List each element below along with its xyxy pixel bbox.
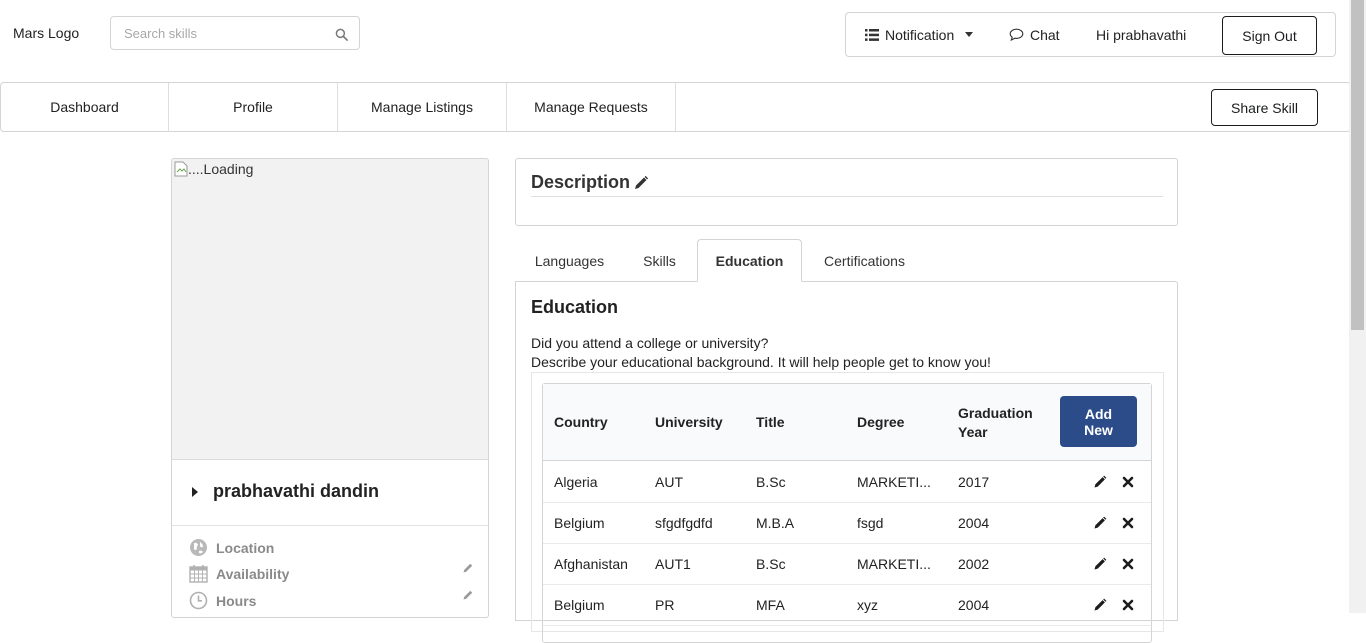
cell-university: sfgdfgdfd: [655, 515, 713, 531]
add-new-button[interactable]: Add New: [1060, 396, 1137, 447]
cell-degree: xyz: [857, 597, 878, 613]
cell-university: AUT: [655, 474, 683, 490]
cell-year: 2017: [958, 474, 990, 490]
column-header-graduation-year: Graduation Year: [958, 404, 1033, 442]
chat-link[interactable]: Chat: [1009, 13, 1060, 56]
nav-item-dashboard[interactable]: Dashboard: [1, 83, 169, 131]
share-skill-button[interactable]: Share Skill: [1211, 89, 1318, 126]
profile-name[interactable]: prabhavathi dandin: [192, 481, 379, 502]
cell-degree: fsgd: [857, 515, 884, 531]
notification-dropdown[interactable]: Notification: [865, 13, 974, 56]
clock-icon: [189, 591, 208, 610]
education-table: Country University Title Degree Graduati…: [542, 383, 1152, 643]
table-row: Algeria AUT B.Sc MARKETI... 2017: [543, 462, 1151, 503]
notification-label: Notification: [885, 26, 955, 43]
nav-item-profile[interactable]: Profile: [169, 83, 338, 131]
search-box: [110, 16, 360, 50]
nav-item-manage-requests[interactable]: Manage Requests: [507, 83, 676, 131]
sign-out-button[interactable]: Sign Out: [1222, 16, 1317, 55]
cell-university: PR: [655, 597, 675, 613]
search-icon[interactable]: [335, 28, 348, 41]
delete-icon[interactable]: [1121, 598, 1135, 612]
globe-icon: [190, 539, 207, 556]
cell-country: Algeria: [554, 474, 598, 490]
profile-image: ....Loading: [172, 159, 488, 460]
edit-icon[interactable]: [1093, 557, 1107, 571]
mars-logo[interactable]: Mars Logo: [13, 25, 79, 41]
graduation-label: Graduation: [958, 405, 1033, 421]
scrollbar-track[interactable]: [1349, 0, 1366, 613]
hours-label: Hours: [216, 592, 257, 609]
cell-year: 2004: [958, 597, 990, 613]
education-panel: Education Did you attend a college or un…: [515, 281, 1178, 643]
edit-hours-icon[interactable]: [462, 589, 474, 601]
edit-icon[interactable]: [1093, 516, 1107, 530]
chat-label: Chat: [1030, 26, 1060, 43]
cell-year: 2002: [958, 556, 990, 572]
chevron-down-icon: [965, 32, 974, 37]
tab-languages[interactable]: Languages: [525, 239, 614, 282]
description-panel: Description: [515, 158, 1178, 226]
education-intro-line1: Did you attend a college or university?: [531, 335, 769, 351]
table-row: Belgium PR MFA xyz 2004: [543, 585, 1151, 626]
chat-icon: [1009, 28, 1024, 41]
scrollbar-thumb[interactable]: [1351, 0, 1364, 330]
cell-country: Afghanistan: [554, 556, 628, 572]
edit-icon[interactable]: [1093, 475, 1107, 489]
year-label: Year: [958, 424, 988, 440]
tab-certifications[interactable]: Certifications: [811, 239, 918, 282]
hours-row: Hours: [189, 591, 256, 610]
column-header-country: Country: [554, 414, 608, 430]
cell-country: Belgium: [554, 597, 605, 613]
location-row: Location: [189, 538, 274, 557]
cell-degree: MARKETI...: [857, 474, 931, 490]
table-row: Afghanistan AUT1 B.Sc MARKETI... 2002: [543, 544, 1151, 585]
table-row: Belgium sfgdfgdfd M.B.A fsgd 2004: [543, 503, 1151, 544]
profile-card: ....Loading prabhavathi dandin Location …: [171, 158, 489, 618]
description-title: Description: [531, 172, 649, 193]
availability-label: Availability: [216, 565, 290, 582]
cell-title: M.B.A: [756, 515, 795, 531]
table-header: Country University Title Degree Graduati…: [543, 384, 1151, 461]
description-title-text: Description: [531, 172, 631, 192]
education-table-wrapper: Country University Title Degree Graduati…: [531, 372, 1164, 643]
main-nav: Dashboard Profile Manage Listings Manage…: [0, 82, 1351, 132]
cell-university: AUT1: [655, 556, 691, 572]
cell-title: B.Sc: [756, 474, 786, 490]
education-intro-line2: Describe your educational background. It…: [531, 354, 991, 370]
delete-icon[interactable]: [1121, 557, 1135, 571]
calendar-icon: [189, 565, 208, 583]
cell-degree: MARKETI...: [857, 556, 931, 572]
divider: [172, 525, 488, 526]
edit-description-icon[interactable]: [633, 175, 649, 191]
cell-country: Belgium: [554, 515, 605, 531]
nav-item-manage-listings[interactable]: Manage Listings: [338, 83, 507, 131]
profile-name-text: prabhavathi dandin: [213, 481, 380, 501]
cell-title: MFA: [756, 597, 785, 613]
image-alt-text: ....Loading: [188, 161, 254, 177]
delete-icon[interactable]: [1121, 475, 1135, 489]
delete-icon[interactable]: [1121, 516, 1135, 530]
column-header-title: Title: [756, 414, 785, 430]
column-header-university: University: [655, 414, 723, 430]
add-new-line1: Add: [1084, 405, 1113, 422]
cell-title: B.Sc: [756, 556, 786, 572]
tab-education[interactable]: Education: [697, 239, 802, 282]
location-label: Location: [216, 539, 275, 556]
education-heading: Education: [531, 297, 619, 317]
add-new-line2: New: [1084, 421, 1113, 438]
user-greeting: Hi prabhavathi: [1096, 26, 1187, 43]
cell-year: 2004: [958, 515, 990, 531]
availability-row: Availability: [189, 564, 289, 583]
list-icon: [865, 28, 879, 41]
tab-skills[interactable]: Skills: [631, 239, 688, 282]
edit-icon[interactable]: [1093, 598, 1107, 612]
divider: [531, 196, 1163, 197]
edit-availability-icon[interactable]: [462, 562, 474, 574]
caret-right-icon: [192, 486, 198, 497]
broken-image-icon: [174, 161, 188, 177]
column-header-degree: Degree: [857, 414, 905, 430]
search-input[interactable]: [111, 17, 331, 49]
top-menu: Notification Chat Hi prabhavathi Sign Ou…: [845, 12, 1336, 57]
